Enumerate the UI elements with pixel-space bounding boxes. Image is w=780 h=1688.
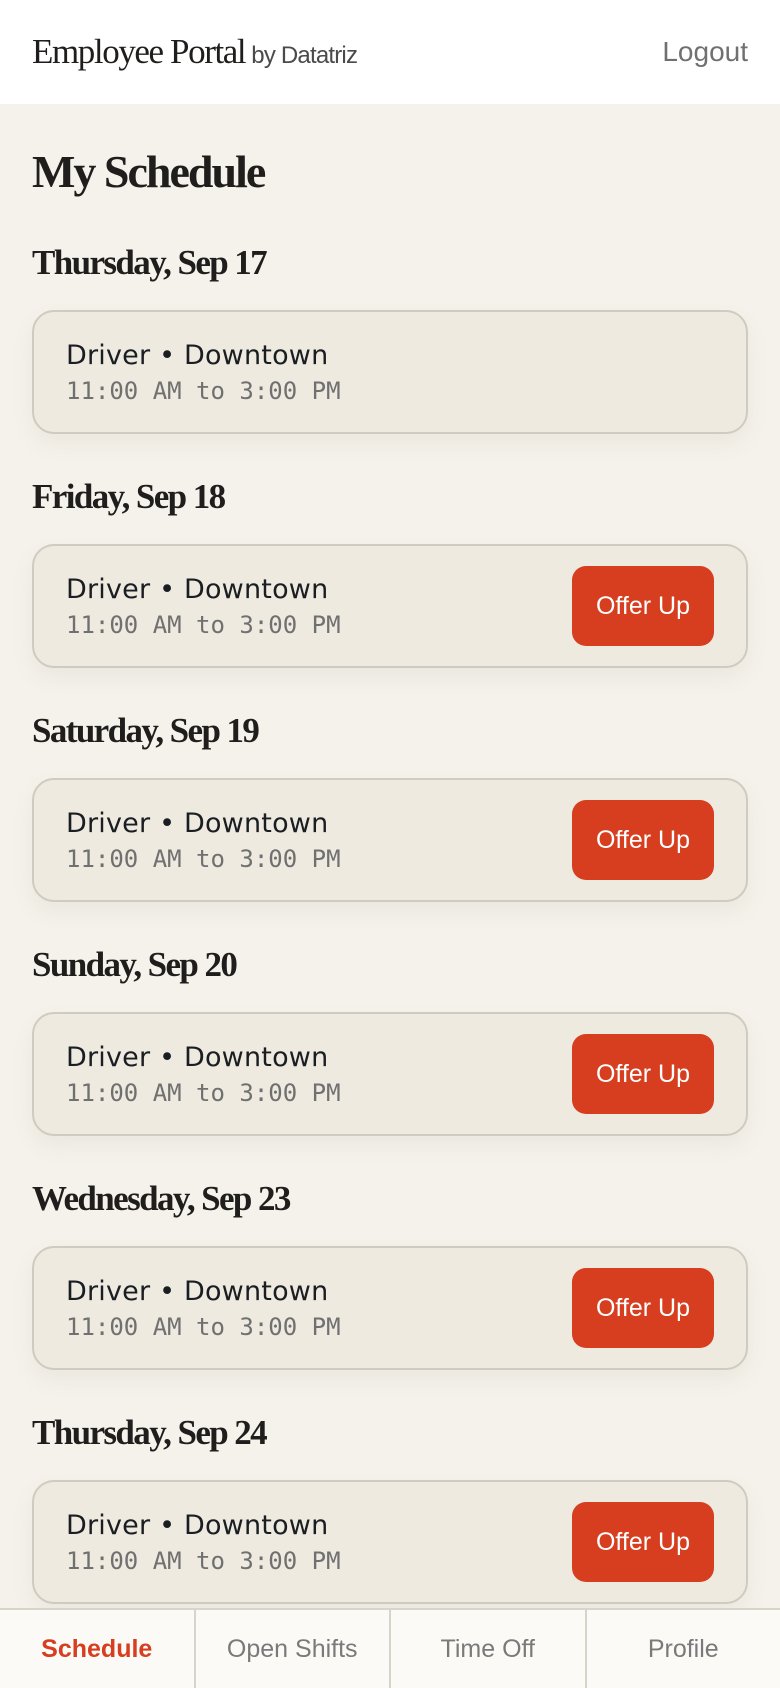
shift-card: Driver • Downtown 11:00 AM to 3:00 PM bbox=[32, 310, 748, 434]
tab-schedule[interactable]: Schedule bbox=[0, 1610, 194, 1688]
day-heading: Thursday, Sep 24 bbox=[32, 1413, 268, 1452]
shift-time: 11:00 AM to 3:00 PM bbox=[66, 844, 341, 873]
page-title: My Schedule bbox=[32, 146, 266, 197]
shift-role: Driver • Downtown bbox=[66, 573, 329, 605]
shift-info: Driver • Downtown 11:00 AM to 3:00 PM bbox=[66, 1510, 341, 1575]
day-section: Thursday, Sep 24 Driver • Downtown 11:00… bbox=[32, 1410, 748, 1604]
shift-time: 11:00 AM to 3:00 PM bbox=[66, 610, 341, 639]
app-subtitle: by Datatriz bbox=[251, 42, 358, 69]
shift-role: Driver • Downtown bbox=[66, 339, 329, 371]
day-section: Saturday, Sep 19 Driver • Downtown 11:00… bbox=[32, 708, 748, 902]
day-section: Friday, Sep 18 Driver • Downtown 11:00 A… bbox=[32, 474, 748, 668]
shift-role: Driver • Downtown bbox=[66, 1275, 329, 1307]
app-root: Employee Portal by Datatriz Logout My Sc… bbox=[0, 0, 780, 1688]
shift-role: Driver • Downtown bbox=[66, 1041, 329, 1073]
day-heading: Thursday, Sep 17 bbox=[32, 243, 268, 282]
day-section: Sunday, Sep 20 Driver • Downtown 11:00 A… bbox=[32, 942, 748, 1136]
day-heading: Wednesday, Sep 23 bbox=[32, 1179, 291, 1218]
shift-info: Driver • Downtown 11:00 AM to 3:00 PM bbox=[66, 1276, 341, 1341]
top-header: Employee Portal by Datatriz Logout bbox=[0, 0, 780, 104]
shift-time: 11:00 AM to 3:00 PM bbox=[66, 1312, 341, 1341]
shift-card: Driver • Downtown 11:00 AM to 3:00 PM Of… bbox=[32, 1246, 748, 1370]
tab-profile[interactable]: Profile bbox=[584, 1610, 780, 1688]
day-heading: Friday, Sep 18 bbox=[32, 477, 226, 516]
shift-info: Driver • Downtown 11:00 AM to 3:00 PM bbox=[66, 1042, 341, 1107]
logout-link[interactable]: Logout bbox=[662, 36, 748, 68]
day-heading: Sunday, Sep 20 bbox=[32, 945, 238, 984]
app-title: Employee Portal bbox=[32, 32, 247, 71]
shift-card: Driver • Downtown 11:00 AM to 3:00 PM Of… bbox=[32, 544, 748, 668]
shift-card: Driver • Downtown 11:00 AM to 3:00 PM Of… bbox=[32, 1480, 748, 1604]
shift-info: Driver • Downtown 11:00 AM to 3:00 PM bbox=[66, 574, 341, 639]
tab-time-off[interactable]: Time Off bbox=[389, 1610, 585, 1688]
shift-info: Driver • Downtown 11:00 AM to 3:00 PM bbox=[66, 340, 341, 405]
shift-card: Driver • Downtown 11:00 AM to 3:00 PM Of… bbox=[32, 1012, 748, 1136]
shift-role: Driver • Downtown bbox=[66, 807, 329, 839]
day-section: Thursday, Sep 17 Driver • Downtown 11:00… bbox=[32, 240, 748, 434]
offer-up-button[interactable]: Offer Up bbox=[572, 800, 714, 880]
shift-info: Driver • Downtown 11:00 AM to 3:00 PM bbox=[66, 808, 341, 873]
schedule-content[interactable]: My Schedule Thursday, Sep 17 Driver • Do… bbox=[0, 104, 780, 1608]
offer-up-button[interactable]: Offer Up bbox=[572, 566, 714, 646]
offer-up-button[interactable]: Offer Up bbox=[572, 1034, 714, 1114]
bottom-nav: Schedule Open Shifts Time Off Profile bbox=[0, 1608, 780, 1688]
day-heading: Saturday, Sep 19 bbox=[32, 711, 260, 750]
offer-up-button[interactable]: Offer Up bbox=[572, 1268, 714, 1348]
shift-role: Driver • Downtown bbox=[66, 1509, 329, 1541]
day-section: Wednesday, Sep 23 Driver • Downtown 11:0… bbox=[32, 1176, 748, 1370]
shift-time: 11:00 AM to 3:00 PM bbox=[66, 376, 341, 405]
offer-up-button[interactable]: Offer Up bbox=[572, 1502, 714, 1582]
shift-card: Driver • Downtown 11:00 AM to 3:00 PM Of… bbox=[32, 778, 748, 902]
brand: Employee Portal by Datatriz bbox=[32, 32, 358, 72]
tab-open-shifts[interactable]: Open Shifts bbox=[193, 1610, 390, 1688]
shift-time: 11:00 AM to 3:00 PM bbox=[66, 1078, 341, 1107]
shift-time: 11:00 AM to 3:00 PM bbox=[66, 1546, 341, 1575]
